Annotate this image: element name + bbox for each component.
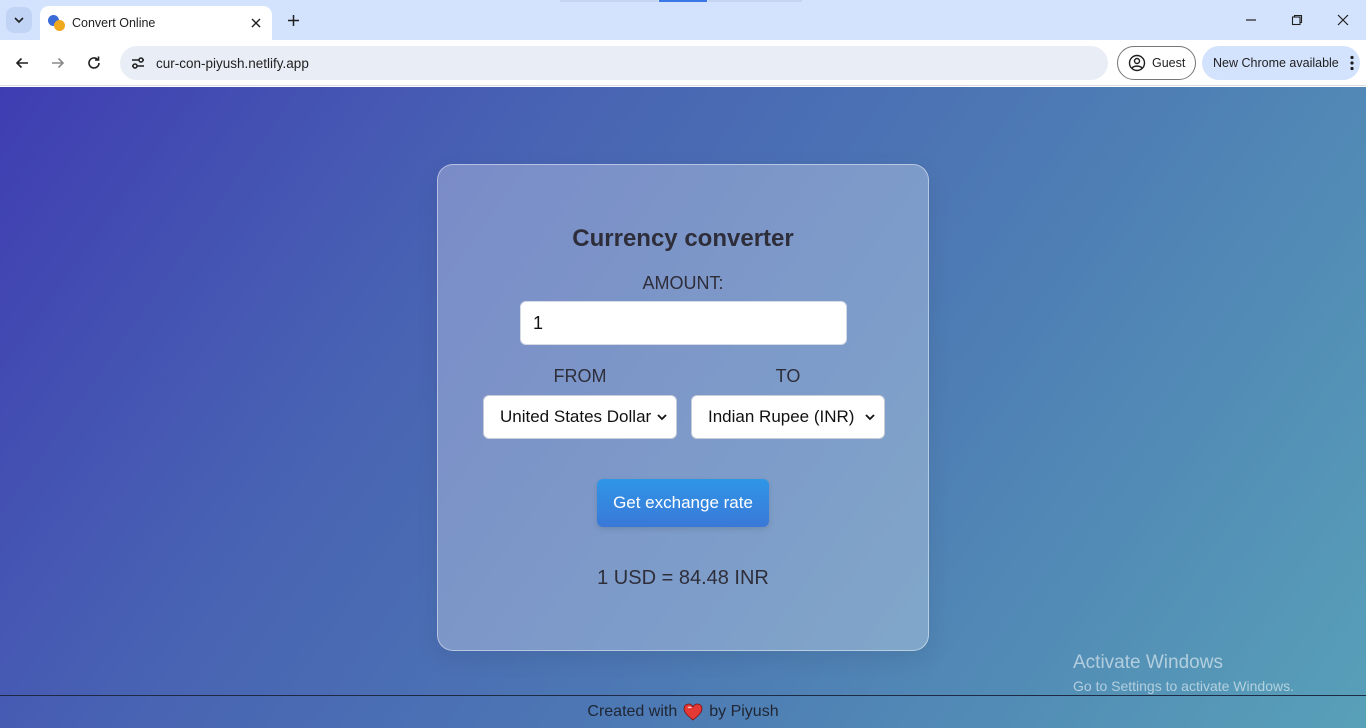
get-exchange-rate-button[interactable]: Get exchange rate bbox=[597, 479, 769, 527]
minimize-icon bbox=[1246, 19, 1256, 21]
update-chrome-button[interactable]: New Chrome available bbox=[1202, 46, 1360, 80]
exchange-result: 1 USD = 84.48 INR bbox=[597, 567, 769, 589]
restore-button[interactable] bbox=[1274, 4, 1320, 36]
arrow-left-icon bbox=[15, 57, 28, 69]
forward-button[interactable] bbox=[44, 49, 72, 77]
tab-strip-indicator-active bbox=[659, 0, 707, 2]
profile-button[interactable]: Guest bbox=[1117, 46, 1196, 80]
reload-button[interactable] bbox=[80, 49, 108, 77]
tune-icon bbox=[132, 57, 144, 69]
account-circle-icon bbox=[1128, 54, 1146, 72]
tab-strip-indicator bbox=[560, 0, 658, 2]
reload-icon bbox=[88, 56, 100, 69]
back-button[interactable] bbox=[8, 49, 36, 77]
watermark-title: Activate Windows bbox=[1073, 652, 1223, 673]
from-label: FROM bbox=[553, 366, 607, 386]
tab-title: Convert Online bbox=[72, 16, 156, 30]
update-label: New Chrome available bbox=[1213, 56, 1339, 70]
footer-suffix: by Piyush bbox=[709, 703, 779, 720]
page-footer: Created with by Piyush bbox=[0, 695, 1366, 728]
profile-label: Guest bbox=[1152, 56, 1186, 70]
restore-icon bbox=[1291, 14, 1303, 26]
chevron-down-icon bbox=[652, 407, 672, 427]
minimize-button[interactable] bbox=[1228, 4, 1274, 36]
chevron-down-icon bbox=[860, 407, 880, 427]
to-label: TO bbox=[775, 366, 801, 386]
from-currency-select[interactable]: United States Dollar bbox=[483, 395, 677, 439]
tab-close-button[interactable] bbox=[246, 13, 266, 33]
amount-label: AMOUNT: bbox=[642, 273, 724, 293]
watermark-subtitle: Go to Settings to activate Windows. bbox=[1073, 678, 1294, 694]
footer-prefix: Created with bbox=[587, 703, 678, 720]
amount-input[interactable] bbox=[520, 301, 847, 345]
browser-tab[interactable]: Convert Online bbox=[40, 6, 272, 40]
more-menu-icon bbox=[1345, 53, 1359, 73]
favicon-icon bbox=[48, 14, 66, 32]
browser-tab-bar: Convert Online bbox=[0, 0, 1366, 40]
plus-icon bbox=[287, 14, 299, 26]
to-currency-value: Indian Rupee (INR) bbox=[708, 407, 855, 426]
close-icon bbox=[1337, 14, 1349, 26]
heart-icon bbox=[683, 703, 703, 721]
page-viewport: Currency converter AMOUNT: FROM TO Unite… bbox=[0, 87, 1366, 728]
site-info-button[interactable] bbox=[124, 49, 152, 77]
close-window-button[interactable] bbox=[1320, 4, 1366, 36]
new-tab-button[interactable] bbox=[280, 7, 306, 33]
page-title: Currency converter bbox=[572, 225, 794, 252]
windows-activation-watermark: Activate Windows Go to Settings to activ… bbox=[1073, 652, 1294, 694]
address-bar[interactable]: cur-con-piyush.netlify.app bbox=[120, 46, 1108, 80]
url-text: cur-con-piyush.netlify.app bbox=[156, 55, 309, 71]
chevron-down-icon bbox=[14, 17, 24, 24]
tab-search-button[interactable] bbox=[6, 7, 32, 33]
tab-strip-indicator bbox=[708, 0, 802, 2]
close-icon bbox=[251, 18, 261, 28]
arrow-right-icon bbox=[52, 57, 65, 69]
converter-card: Currency converter AMOUNT: FROM TO Unite… bbox=[437, 164, 929, 651]
from-currency-value: United States Dollar bbox=[500, 407, 652, 426]
browser-toolbar: cur-con-piyush.netlify.app Guest New Chr… bbox=[0, 40, 1366, 86]
to-currency-select[interactable]: Indian Rupee (INR) bbox=[691, 395, 885, 439]
